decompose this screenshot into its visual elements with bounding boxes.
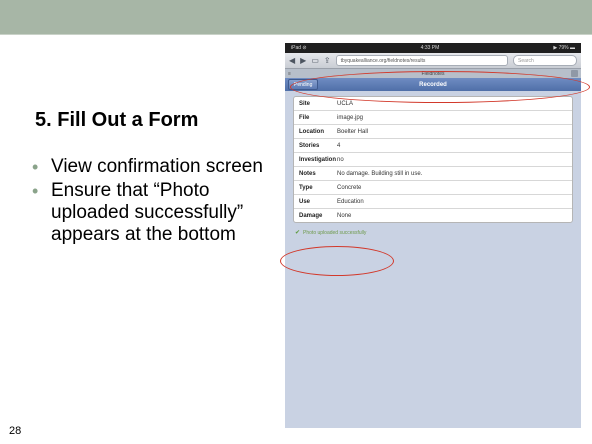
table-row: Stories 4 bbox=[294, 139, 572, 153]
row-label: Notes bbox=[299, 170, 316, 177]
bullet-item: • Ensure that “Photo uploaded successfull… bbox=[30, 180, 270, 246]
table-row: Damage None bbox=[294, 209, 572, 222]
table-row: Use Education bbox=[294, 195, 572, 209]
bullet-text: View confirmation screen bbox=[51, 156, 263, 177]
row-label: Damage bbox=[299, 212, 323, 219]
table-row: Notes No damage. Building still in use. bbox=[294, 167, 572, 181]
status-bar: iPad ⊘ 4:33 PM ▶ 79% ▬ bbox=[285, 43, 581, 53]
url-field[interactable]: tbyquakealliance.org/fieldnotes/results bbox=[335, 55, 508, 66]
bullet-dot-icon: • bbox=[32, 157, 39, 177]
status-battery: ▶ 79% ▬ bbox=[553, 45, 575, 51]
row-label: File bbox=[299, 114, 310, 121]
row-label: Use bbox=[299, 198, 311, 205]
bookmarks-icon[interactable]: ▭ bbox=[311, 56, 319, 65]
result-table: Site UCLA File image.jpg Location Boelter H… bbox=[293, 96, 573, 223]
table-row: Type Concrete bbox=[294, 181, 572, 195]
url-text: tbyquakealliance.org/fieldnotes/results bbox=[340, 57, 426, 64]
row-label: Investigation bbox=[299, 156, 337, 163]
slide-top-bar bbox=[0, 0, 592, 35]
close-icon[interactable] bbox=[571, 70, 578, 77]
row-value: No damage. Building still in use. bbox=[337, 170, 423, 177]
bullet-item: • View confirmation screen bbox=[30, 156, 270, 178]
share-icon[interactable]: ⇪ bbox=[324, 56, 331, 65]
row-label: Site bbox=[299, 100, 311, 107]
search-input[interactable]: Search bbox=[513, 55, 577, 66]
search-placeholder: Search bbox=[518, 57, 534, 64]
annotation-ellipse-success bbox=[280, 246, 394, 276]
bullet-dot-icon: • bbox=[32, 181, 39, 201]
row-label: Location bbox=[299, 128, 324, 135]
slide-page-number: 28 bbox=[9, 425, 22, 437]
slide-title: 5. Fill Out a Form bbox=[35, 109, 199, 131]
row-value: image.jpg bbox=[337, 114, 364, 121]
menu-icon[interactable]: ≡ bbox=[288, 71, 291, 77]
bullet-text: Ensure that “Photo uploaded successfully… bbox=[51, 180, 244, 245]
row-value: None bbox=[337, 212, 352, 219]
annotation-ellipse-header bbox=[290, 71, 590, 103]
status-carrier: iPad ⊘ bbox=[291, 45, 307, 51]
row-value: Concrete bbox=[337, 184, 362, 191]
forward-arrow-icon[interactable]: ▶ bbox=[300, 56, 306, 65]
table-row: Investigation no bbox=[294, 153, 572, 167]
row-label: Type bbox=[299, 184, 313, 191]
success-text: Photo uploaded successfully bbox=[303, 229, 367, 236]
browser-toolbar: ◀ ▶ ▭ ⇪ tbyquakealliance.org/fieldnotes/… bbox=[285, 53, 581, 69]
status-time: 4:33 PM bbox=[420, 45, 440, 51]
row-value: 4 bbox=[337, 142, 341, 149]
row-value: UCLA bbox=[337, 100, 354, 107]
table-row: File image.jpg bbox=[294, 111, 572, 125]
row-value: no bbox=[337, 156, 344, 163]
back-arrow-icon[interactable]: ◀ bbox=[289, 56, 295, 65]
row-label: Stories bbox=[299, 142, 320, 149]
table-row: Location Boelter Hall bbox=[294, 125, 572, 139]
checkmark-icon: ✔ bbox=[295, 230, 301, 236]
row-value: Boelter Hall bbox=[337, 128, 369, 135]
bullet-list: • View confirmation screen • Ensure that “… bbox=[30, 156, 270, 248]
upload-success-message: ✔ Photo uploaded successfully bbox=[295, 229, 573, 237]
row-value: Education bbox=[337, 198, 364, 205]
